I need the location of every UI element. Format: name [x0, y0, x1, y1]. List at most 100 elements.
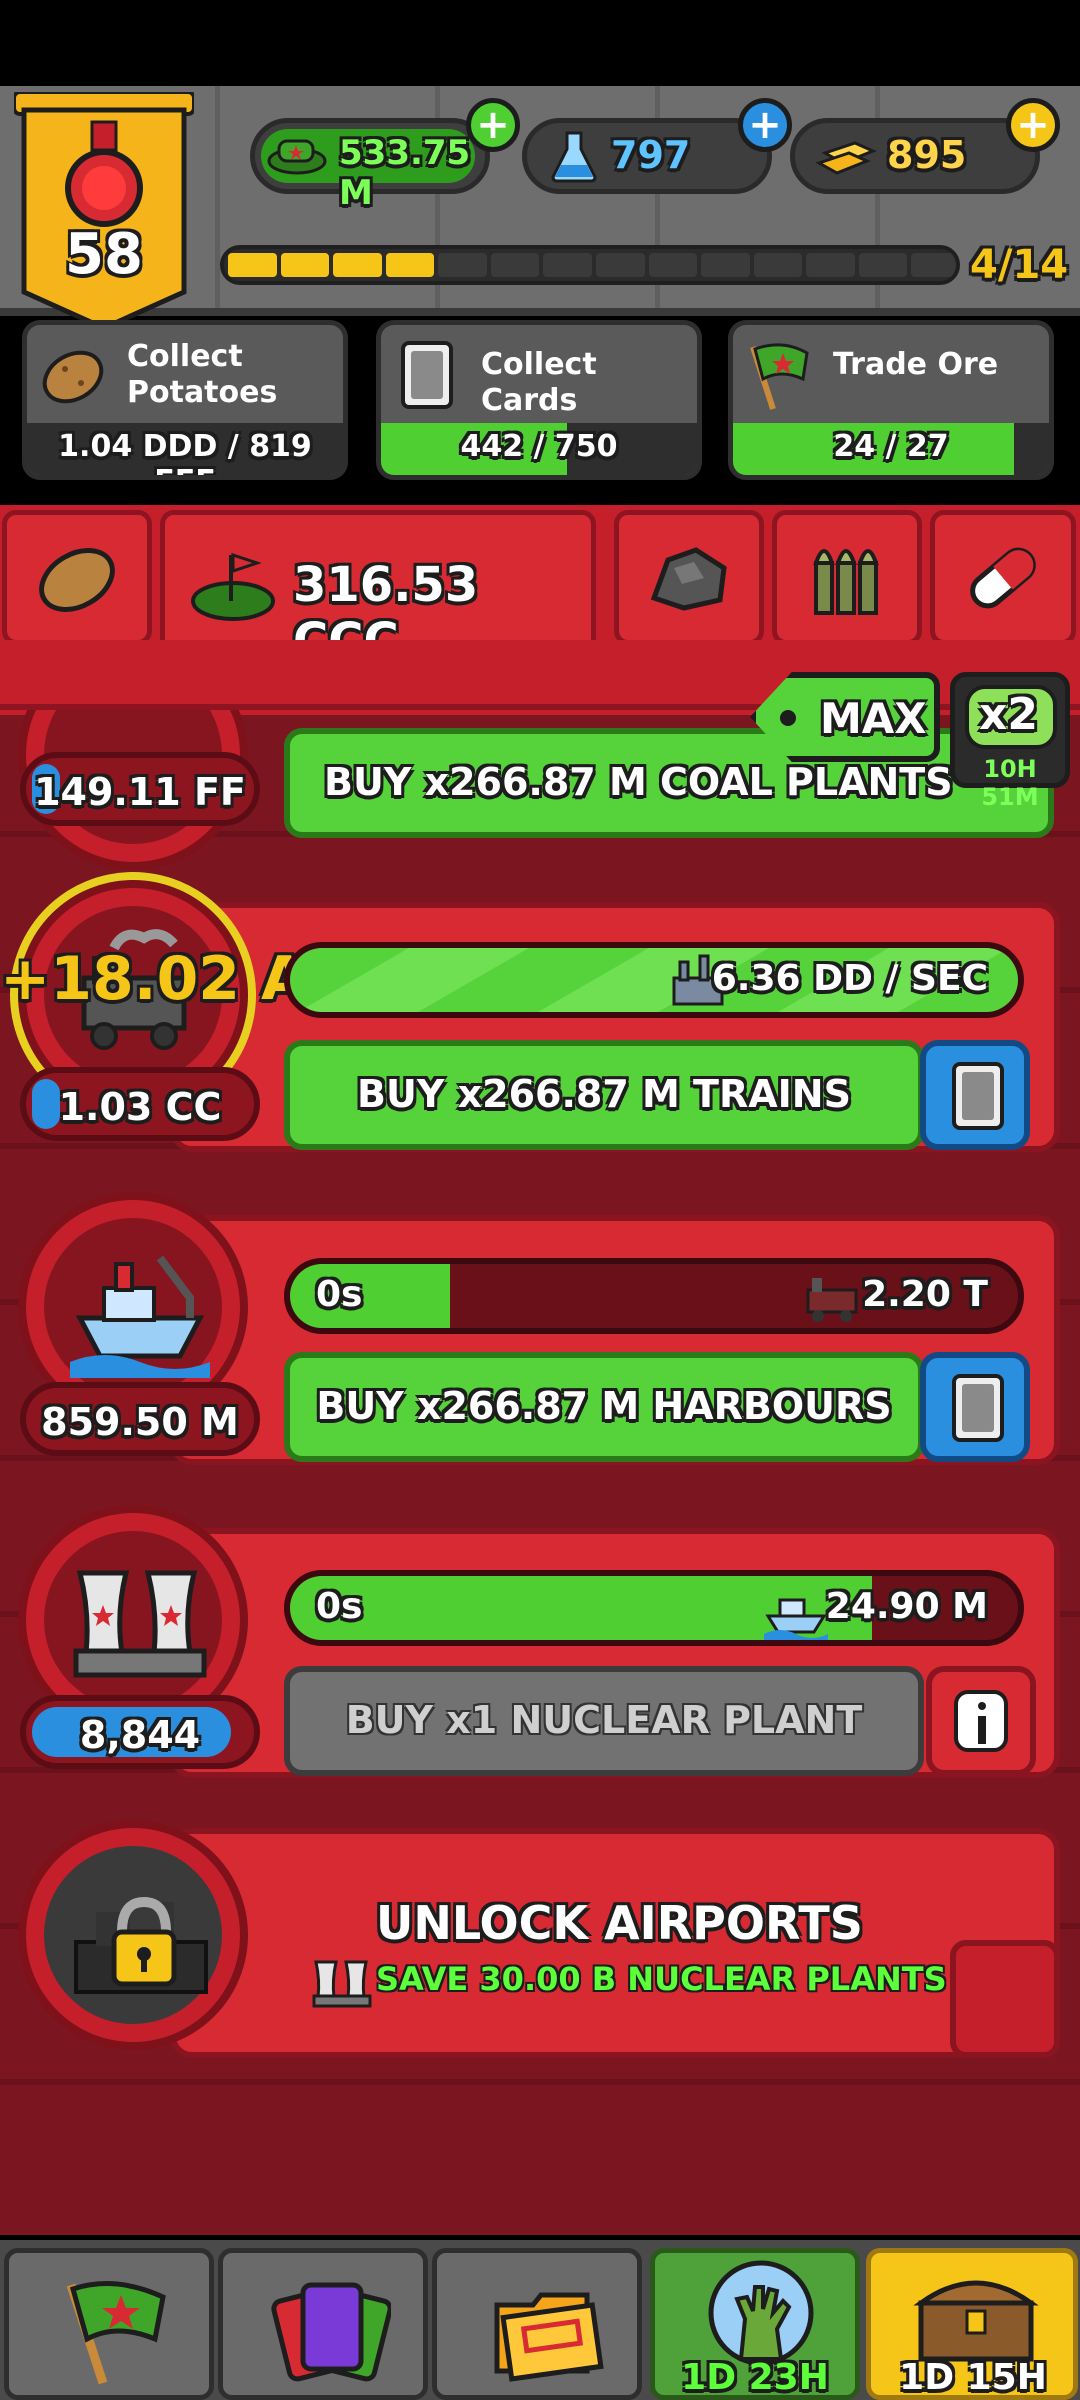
buy-nuclear-plant-button[interactable]: BUY x1 NUCLEAR PLANT: [284, 1666, 924, 1776]
level-number: 58: [65, 222, 143, 287]
task-label: Collect Cards: [481, 347, 597, 418]
harbours-cost-pill: 859.50 M: [20, 1382, 260, 1456]
tab-potatoes[interactable]: [2, 510, 152, 645]
zombie-hand-icon: [708, 2260, 814, 2366]
cash-value: 533.75 M: [339, 133, 471, 213]
cards-icon: [271, 2282, 391, 2382]
card-icon: [952, 1374, 1004, 1442]
xp-segment: [806, 253, 855, 277]
buy-trains-button[interactable]: BUY x266.87 M TRAINS: [284, 1040, 924, 1150]
task-trade-ore[interactable]: Trade Ore 24 / 27: [728, 320, 1054, 480]
land-flag-icon: [191, 552, 275, 621]
nav-cards[interactable]: [218, 2248, 428, 2400]
tab-ore[interactable]: [614, 510, 764, 645]
task-progress-text: 24 / 27: [833, 429, 949, 464]
cash-pill[interactable]: 533.75 M: [250, 118, 490, 213]
buy-label: BUY x266.87 M COAL PLANTS: [324, 760, 953, 804]
gold-bar-icon: [815, 135, 877, 183]
task-progress-text: 1.04 DDD / 819 EEE: [58, 429, 312, 475]
cost-value: 1.03 CC: [58, 1085, 222, 1129]
buy-label: BUY x266.87 M TRAINS: [357, 1072, 851, 1116]
coal-cost-pill: 149.11 FF: [20, 752, 260, 826]
nuclear-info-button[interactable]: [926, 1666, 1036, 1776]
train-icon: [806, 1278, 858, 1322]
flask-icon: [551, 131, 597, 187]
ship-icon: [764, 1598, 828, 1640]
potato-icon: [39, 547, 115, 612]
trains-cards-button[interactable]: [920, 1040, 1030, 1150]
xp-segment: [596, 253, 645, 277]
add-gold-button[interactable]: +: [1006, 98, 1060, 152]
nav-research[interactable]: [432, 2248, 642, 2400]
xp-segment: [648, 253, 698, 277]
nuclear-timer: 0s: [316, 1586, 363, 1627]
folder-icon: [494, 2292, 604, 2382]
xp-segment: [753, 253, 803, 277]
max-label: MAX: [820, 694, 927, 743]
xp-segment: [701, 253, 750, 277]
chest-timer: 1D 15H: [899, 2357, 1047, 2398]
buy-label: BUY x1 NUCLEAR PLANT: [345, 1698, 863, 1742]
treasure-chest-icon: [913, 2280, 1039, 2362]
gold-pill[interactable]: 895: [790, 118, 1040, 194]
lock-icon: [74, 1896, 208, 1994]
card-icon: [391, 339, 463, 411]
buy-harbours-button[interactable]: BUY x266.87 M HARBOURS: [284, 1352, 924, 1462]
xp-segment: [280, 253, 330, 277]
flag-icon: [66, 2281, 166, 2385]
potato-icon: [37, 339, 109, 411]
gold-value: 895: [887, 133, 967, 177]
harbours-target: 2.20 T: [862, 1274, 988, 1315]
nuclear-plant-icon: [73, 1570, 207, 1678]
nav-chests[interactable]: 1D 15H: [866, 2248, 1078, 2400]
trains-rate: 6.36 DD / SEC: [711, 958, 988, 999]
tab-medicine[interactable]: [930, 510, 1076, 645]
cash-icon: [267, 135, 327, 179]
cost-value: 149.11 FF: [34, 770, 246, 814]
x2-boost-button[interactable]: x2 10H 51M: [950, 672, 1070, 811]
cost-value: 859.50 M: [41, 1400, 239, 1444]
task-collect-cards[interactable]: Collect Cards 442 / 750: [376, 320, 702, 480]
unlock-subtitle: SAVE 30.00 B NUCLEAR PLANTS: [376, 1960, 947, 1998]
boost-timer: 10H 51M: [981, 755, 1039, 811]
xp-segment: [543, 253, 592, 277]
event-timer: 1D 23H: [681, 2357, 829, 2398]
nuclear-target: 24.90 M: [825, 1586, 988, 1627]
trains-cost-pill: 1.03 CC: [20, 1067, 260, 1141]
xp-segment: [858, 253, 908, 277]
add-cash-button[interactable]: +: [466, 98, 520, 152]
task-label-2: Potatoes: [127, 375, 278, 410]
task-collect-potatoes[interactable]: CollectPotatoes 1.04 DDD / 819 EEE: [22, 320, 348, 480]
tab-bullets[interactable]: [772, 510, 922, 645]
xp-progress-bar: [220, 245, 960, 285]
card-icon: [952, 1062, 1004, 1130]
bullets-icon: [813, 548, 879, 615]
nav-missions[interactable]: [4, 2248, 214, 2400]
add-science-button[interactable]: +: [738, 98, 792, 152]
airports-locked-avatar[interactable]: [18, 1820, 248, 2050]
xp-segment: [385, 253, 435, 277]
xp-segment: [490, 253, 540, 277]
nuclear-plant-small-icon: [312, 1960, 372, 2008]
science-value: 797: [611, 133, 691, 177]
task-label: Collect: [127, 339, 243, 374]
xp-segment: [911, 253, 956, 277]
level-badge[interactable]: 58: [12, 90, 196, 332]
info-icon: [954, 1690, 1008, 1752]
cost-value: 8,844: [79, 1713, 201, 1757]
progress-fill: [290, 1264, 451, 1328]
card-corner-panel: [950, 1940, 1060, 2058]
xp-segment: [438, 253, 487, 277]
science-pill[interactable]: 797: [522, 118, 772, 194]
ship-icon: [70, 1255, 210, 1378]
boost-label: x2: [979, 689, 1038, 740]
harbours-cards-button[interactable]: [920, 1352, 1030, 1462]
nav-zombie-event[interactable]: 1D 23H: [650, 2248, 860, 2400]
nuclear-progress-bar: 0s 24.90 M: [284, 1570, 1024, 1646]
harbours-timer: 0s: [316, 1274, 363, 1315]
xp-segment: [228, 253, 277, 277]
xp-segment: [333, 253, 382, 277]
buy-label: BUY x266.87 M HARBOURS: [316, 1384, 892, 1428]
task-label: Trade Ore: [833, 347, 999, 382]
harbours-progress-bar: 0s 2.20 T: [284, 1258, 1024, 1334]
